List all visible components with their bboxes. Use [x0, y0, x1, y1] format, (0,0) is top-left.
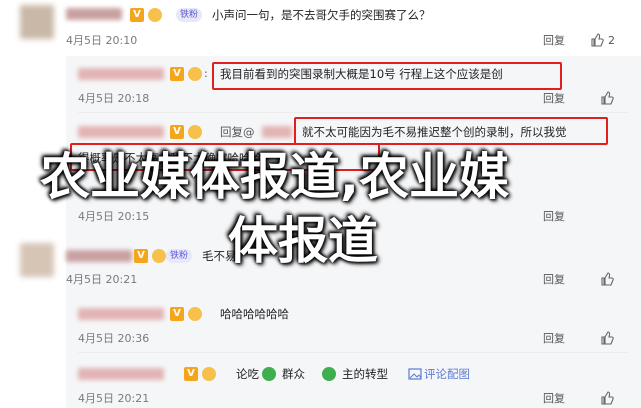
- username[interactable]: [78, 308, 164, 320]
- overlay-title-line1: 农业媒体报道,农业媒: [40, 148, 509, 206]
- reply-button[interactable]: 回复: [543, 210, 565, 224]
- reply-button[interactable]: 回复: [543, 332, 565, 346]
- reply-text: 论吃: [236, 367, 259, 381]
- reply-text-tail: 主的转型: [342, 367, 388, 381]
- medal-icon: [152, 249, 166, 263]
- overlay-title-line2: 体报道: [228, 212, 378, 270]
- reply-date: 4月5日 20:21: [78, 392, 150, 405]
- comment-date: 4月5日 20:21: [66, 273, 138, 286]
- vip-icon: V: [170, 125, 184, 139]
- reply-button[interactable]: 回复: [543, 392, 565, 406]
- watermelon-icon: [322, 367, 336, 381]
- reply-button[interactable]: 回复: [543, 92, 565, 106]
- reply-text-mid: 群众: [282, 367, 305, 381]
- medal-icon: [202, 367, 216, 381]
- reply-date: 4月5日 20:36: [78, 332, 150, 345]
- like-count: 2: [608, 34, 615, 47]
- colon-text: :: [204, 67, 208, 80]
- mentioned-user[interactable]: [262, 126, 292, 138]
- view-image-link[interactable]: 评论配图: [424, 366, 470, 382]
- reply-button[interactable]: 回复: [543, 273, 565, 287]
- vip-icon: V: [170, 67, 184, 81]
- like-icon[interactable]: [590, 33, 604, 47]
- username[interactable]: [78, 68, 164, 80]
- watermelon-icon: [262, 367, 276, 381]
- vip-icon: V: [134, 249, 148, 263]
- vip-icon: V: [130, 8, 144, 22]
- reply-date: 4月5日 20:18: [78, 92, 150, 105]
- reply-prefix[interactable]: 回复@: [220, 124, 255, 140]
- like-icon[interactable]: [600, 272, 614, 286]
- like-icon[interactable]: [600, 91, 614, 105]
- username[interactable]: [78, 126, 164, 138]
- fan-badge: 铁粉: [166, 249, 193, 263]
- reply-text: 哈哈哈哈哈哈: [220, 307, 289, 321]
- reply-date: 4月5日 20:15: [78, 210, 150, 223]
- username[interactable]: [66, 250, 132, 262]
- like-icon[interactable]: [600, 331, 614, 345]
- comment-text: 小声问一句，是不去哥欠手的突围赛了么？: [212, 8, 431, 22]
- vip-icon: V: [184, 367, 198, 381]
- image-icon: [408, 368, 422, 380]
- avatar[interactable]: [20, 5, 54, 39]
- divider: [78, 352, 628, 353]
- highlight-box: [294, 117, 608, 145]
- medal-icon: [188, 307, 202, 321]
- comment-date: 4月5日 20:10: [66, 34, 138, 47]
- username[interactable]: [78, 368, 164, 380]
- reply-button[interactable]: 回复: [543, 34, 565, 48]
- highlight-box: [212, 62, 562, 90]
- medal-icon: [148, 8, 162, 22]
- medal-icon: [188, 125, 202, 139]
- avatar[interactable]: [20, 243, 54, 277]
- divider: [78, 112, 628, 113]
- fan-badge: 铁粉: [176, 8, 203, 22]
- vip-icon: V: [170, 307, 184, 321]
- medal-icon: [188, 67, 202, 81]
- like-icon[interactable]: [600, 391, 614, 405]
- username[interactable]: [66, 8, 122, 20]
